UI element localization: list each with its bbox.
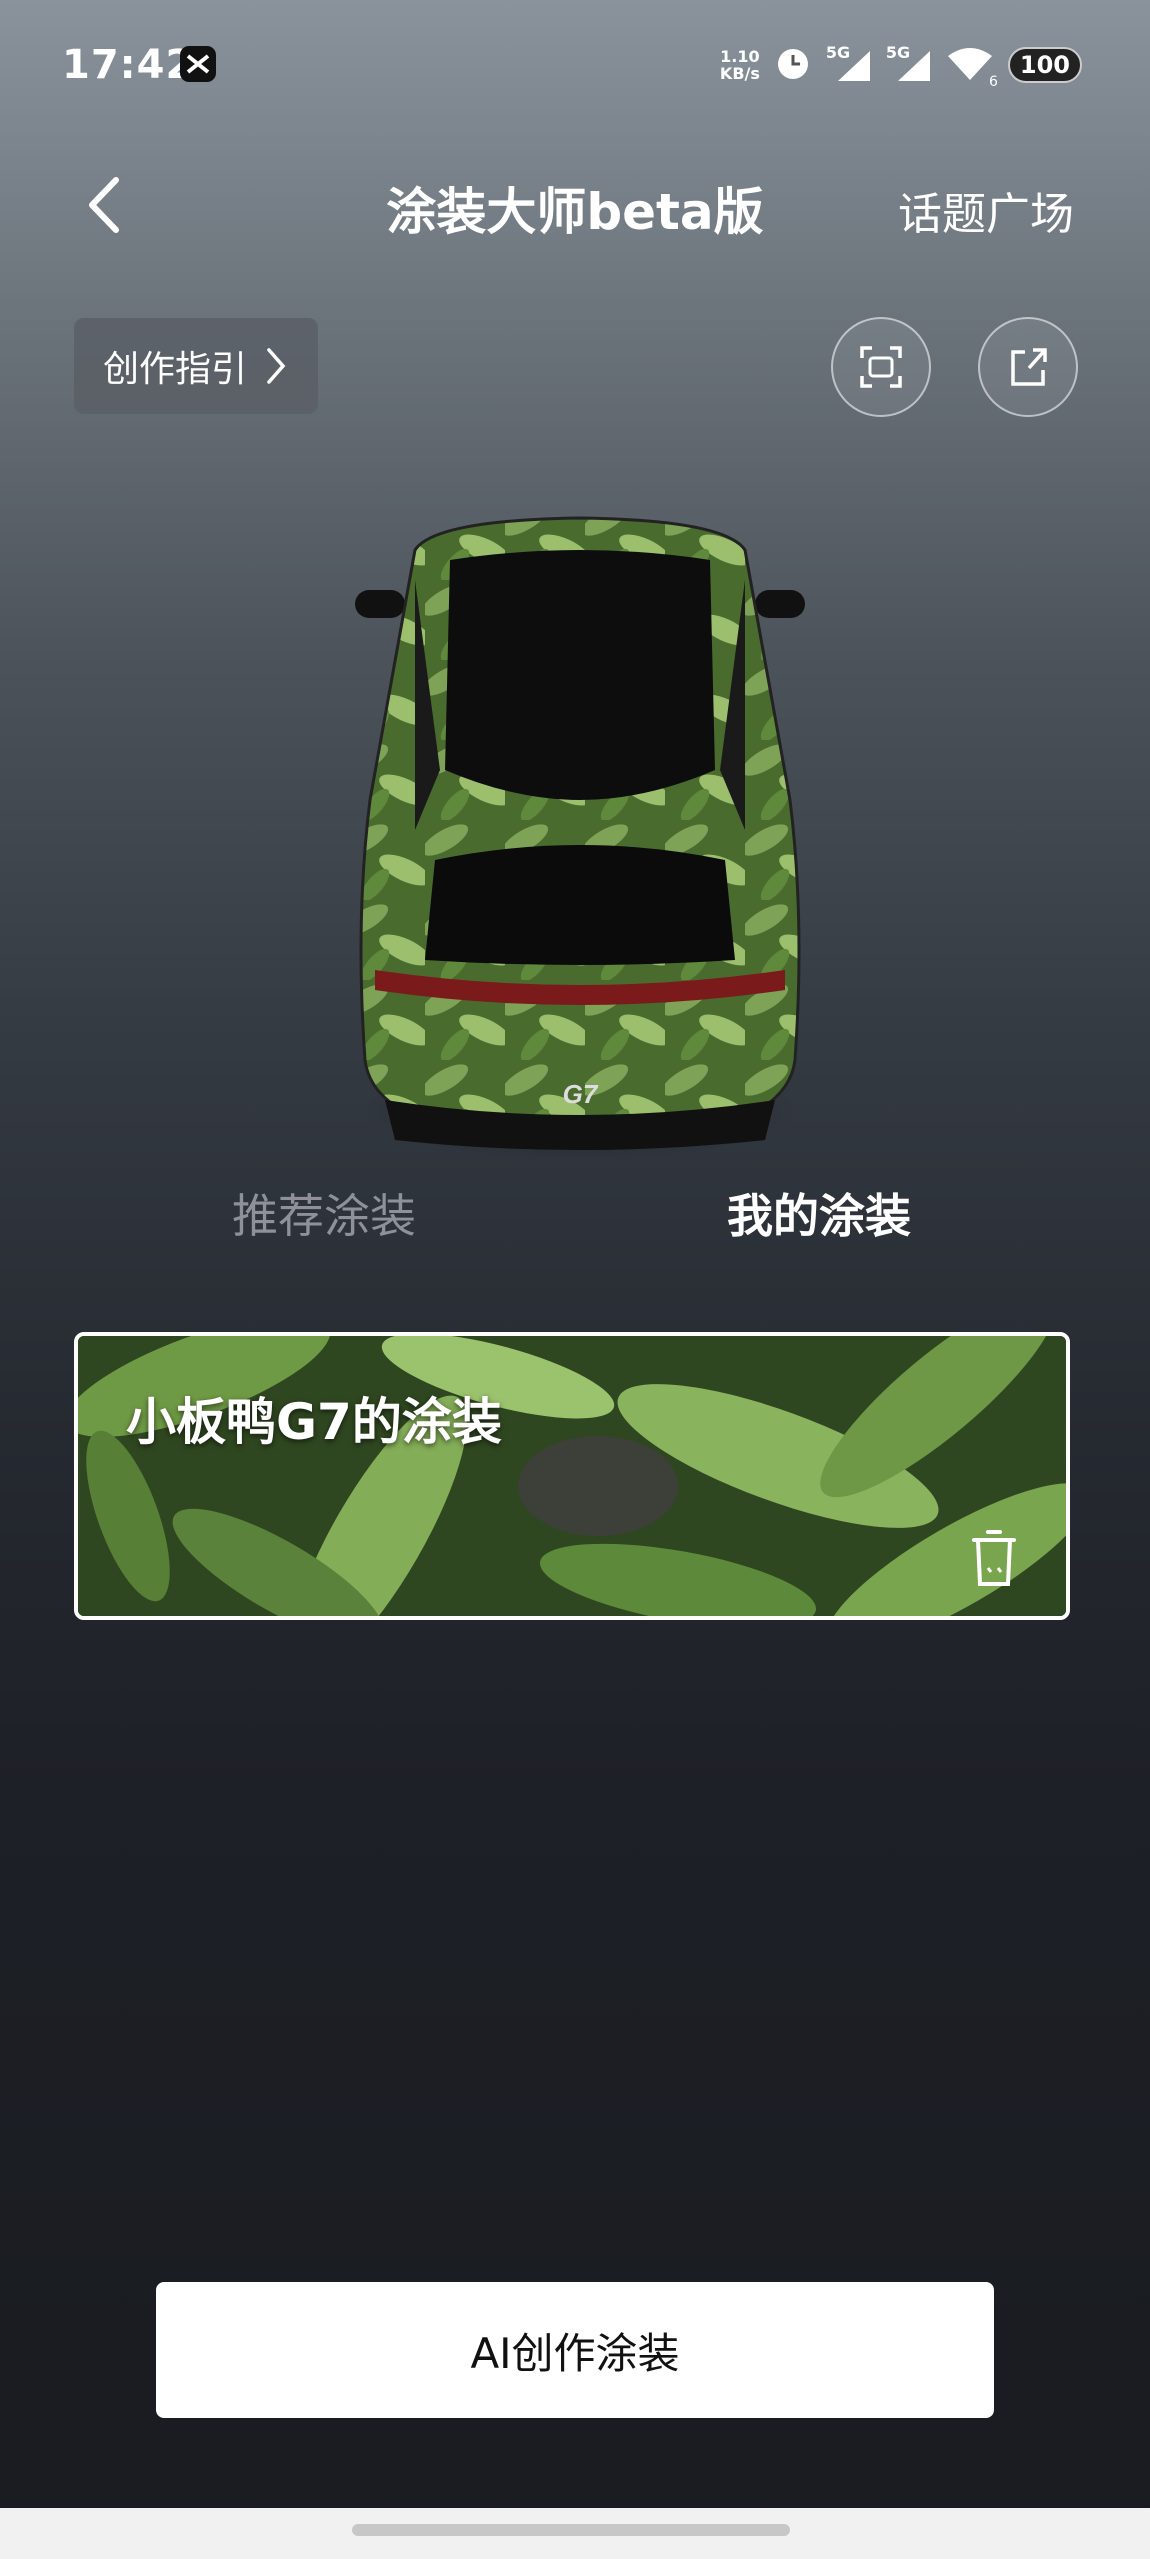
net-speed: 1.10 KB/s — [719, 47, 760, 83]
wrap-thumbnail — [78, 1336, 1066, 1616]
alarm-icon — [774, 44, 812, 86]
creation-guide-label: 创作指引 — [102, 349, 247, 390]
scan-button[interactable] — [831, 317, 931, 417]
wifi-icon: 6 — [946, 46, 998, 90]
tab-recommended-wraps[interactable]: 推荐涂装 — [232, 1180, 416, 1246]
nav-header: 涂装大师beta版 话题广场 — [0, 150, 1150, 260]
trash-icon — [972, 1530, 1016, 1586]
share-button[interactable] — [978, 317, 1078, 417]
tab-bar: 推荐涂装 我的涂装 — [0, 1180, 1150, 1260]
share-icon — [1011, 348, 1047, 386]
ai-create-wrap-button[interactable]: AI创作涂装 — [156, 2282, 994, 2418]
app-notification-icon — [180, 46, 216, 82]
battery-indicator: 100 — [1007, 47, 1082, 83]
status-indicators: 1.10 KB/s 5G 5G 6 100 — [720, 40, 1082, 90]
wrap-card-title: 小板鸭G7的涂装 — [126, 1393, 502, 1451]
scan-icon — [860, 346, 902, 388]
delete-wrap-button[interactable] — [966, 1526, 1022, 1590]
tab-my-wraps[interactable]: 我的涂装 — [727, 1180, 911, 1246]
home-indicator[interactable] — [352, 2524, 790, 2536]
chevron-right-icon — [267, 348, 286, 384]
cellular-signal-icon-2: 5G — [886, 43, 932, 83]
cellular-signal-icon-1: 5G — [826, 43, 872, 83]
my-wrap-card[interactable]: 小板鸭G7的涂装 — [74, 1332, 1070, 1620]
topic-square-link[interactable]: 话题广场 — [898, 178, 1074, 242]
creation-guide-button[interactable]: 创作指引 — [74, 318, 318, 414]
status-time: 17:42 — [62, 42, 195, 88]
status-bar: 17:42 1.10 KB/s 5G 5G 6 100 — [0, 0, 1150, 130]
car-badge: G7 — [563, 1079, 599, 1109]
car-wrap-preview[interactable]: G7 — [345, 500, 815, 1160]
